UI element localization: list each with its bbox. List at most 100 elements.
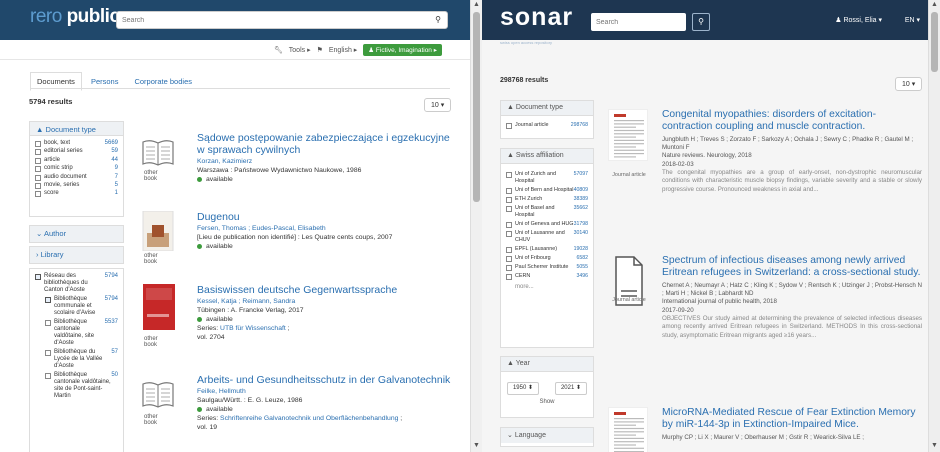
facet-item[interactable]: Uni of Lausanne and CHUV 30140	[501, 229, 593, 245]
checkbox[interactable]	[35, 174, 41, 181]
scroll-down-icon[interactable]: ▼	[929, 441, 940, 451]
facet-item[interactable]: editorial series 59	[30, 148, 123, 156]
record-title[interactable]: Arbeits- und Gesundheitsschutz in der Ga…	[197, 374, 452, 386]
scroll-thumb[interactable]	[473, 12, 480, 202]
facet-header[interactable]: ▲ Document type	[501, 101, 593, 116]
checkbox[interactable]	[45, 373, 51, 379]
checkbox[interactable]	[45, 297, 51, 303]
facet-item[interactable]: Réseau des bibliothèques du Canton d'Aos…	[30, 273, 123, 294]
checkbox[interactable]	[506, 172, 512, 178]
record-author[interactable]: Feilke, Hellmuth	[197, 387, 452, 396]
more-link[interactable]: more...	[501, 281, 593, 293]
checkbox[interactable]	[506, 206, 512, 212]
facet-item[interactable]: EPFL (Lausanne) 19028	[501, 245, 593, 254]
checkbox[interactable]	[506, 256, 512, 262]
facet-item[interactable]: Uni of Fribourg 6582	[501, 254, 593, 263]
checkbox[interactable]	[506, 123, 512, 129]
year-to-input[interactable]: 2021 ⬍	[555, 382, 587, 395]
checkbox[interactable]	[506, 274, 512, 280]
record-publication: Warszawa : Państwowe Wydawnictwo Naukowe…	[197, 167, 362, 174]
left-scrollbar[interactable]: ▲ ▼	[470, 0, 482, 452]
search-input[interactable]	[591, 13, 681, 31]
record-body: Arbeits- und Gesundheitsschutz in der Ga…	[197, 374, 452, 432]
facet-item[interactable]: Journal article 298768	[501, 121, 593, 130]
record-author[interactable]: Fersen, Thomas ; Eudes-Pascal, Elisabeth	[197, 224, 452, 233]
availability: available	[197, 242, 452, 251]
record-title[interactable]: Congenital myopathies: disorders of exci…	[662, 109, 922, 134]
checkbox[interactable]	[35, 274, 41, 280]
record-author[interactable]: Korzan, Kazimierz	[197, 157, 452, 166]
facet-item[interactable]: audio document 7	[30, 174, 123, 182]
user-menu[interactable]: ♟ Rossi, Elia ▾	[835, 16, 882, 24]
scroll-thumb[interactable]	[931, 12, 938, 72]
series-link[interactable]: Schriftenreihe Galvanotechnik und Oberfl…	[220, 415, 398, 422]
facet-item[interactable]: Uni of Bern and Hospital 40809	[501, 186, 593, 195]
checkbox[interactable]	[506, 222, 512, 228]
facet-title: Author	[43, 229, 67, 238]
library-facet[interactable]: › Library	[29, 246, 124, 264]
facet-item[interactable]: book, text 5669	[30, 140, 123, 148]
record-title[interactable]: Dugenou	[197, 211, 452, 223]
rero-logo[interactable]: rero public	[30, 6, 120, 28]
facet-header[interactable]: ▲ Swiss affiliation	[501, 149, 593, 164]
checkbox[interactable]	[35, 191, 41, 198]
language-menu[interactable]: EN ▾	[905, 16, 920, 24]
checkbox[interactable]	[506, 197, 512, 203]
scroll-up-icon[interactable]: ▲	[929, 0, 940, 10]
facet-item[interactable]: Uni of Basel and Hospital 35662	[501, 204, 593, 220]
facet-item[interactable]: Bibliothèque cantonale valdôtaine, site …	[30, 319, 123, 347]
facet-item[interactable]: Paul Scherrer Institute 5055	[501, 263, 593, 272]
checkbox[interactable]	[35, 166, 41, 173]
facet-item[interactable]: comic strip 9	[30, 165, 123, 173]
facet-item[interactable]: Uni of Zurich and Hospital 57097	[501, 170, 593, 186]
facet-item[interactable]: Bibliothèque du Lycée de la Vallée d'Aos…	[30, 349, 123, 370]
checkbox[interactable]	[35, 141, 41, 147]
record-title[interactable]: Spectrum of infectious diseases among ne…	[662, 255, 922, 280]
facet-item[interactable]: ETH Zurich 38389	[501, 195, 593, 204]
search-button[interactable]: ⚲	[692, 13, 710, 31]
per-page-dropdown[interactable]: 10 ▾	[895, 77, 923, 91]
record-title[interactable]: MicroRNA-Mediated Rescue of Fear Extinct…	[662, 407, 922, 432]
checkbox[interactable]	[506, 265, 512, 271]
chevron-up-icon: ▲	[507, 360, 514, 367]
facet-item[interactable]: Uni of Geneva and HUG 31798	[501, 220, 593, 229]
right-scrollbar[interactable]: ▲ ▼	[928, 0, 940, 452]
per-page-dropdown[interactable]: 10 ▾	[424, 98, 452, 112]
checkbox[interactable]	[35, 149, 41, 156]
facet-header[interactable]: ▲ Document type	[30, 122, 123, 136]
author-facet[interactable]: ⌄ Author	[29, 225, 124, 243]
checkbox[interactable]	[506, 247, 512, 253]
checkbox[interactable]	[35, 182, 41, 189]
organisation-menu[interactable]: ♟ Fictive, Imagination ▸	[363, 44, 442, 56]
facet-item[interactable]: Bibliothèque cantonale valdôtaine, site …	[30, 372, 123, 400]
scroll-down-icon[interactable]: ▼	[471, 441, 482, 451]
scroll-up-icon[interactable]: ▲	[471, 0, 482, 10]
facet-item[interactable]: Bibliothèque communale et scolaire d'Avi…	[30, 296, 123, 317]
checkbox[interactable]	[35, 157, 41, 164]
facet-header[interactable]: ▲ Year	[501, 357, 593, 372]
logo-text: sonar	[500, 3, 574, 31]
search-input[interactable]	[117, 12, 417, 28]
facet-item[interactable]: CERN 3496	[501, 272, 593, 281]
year-from-input[interactable]: 1950 ⬍	[507, 382, 539, 395]
sonar-logo[interactable]: sonar swiss open access repository	[500, 3, 574, 45]
facet-item[interactable]: movie, series 5	[30, 182, 123, 190]
checkbox[interactable]	[45, 350, 51, 356]
facet-item-count: 1	[114, 190, 118, 197]
checkbox[interactable]	[506, 188, 512, 194]
facet-header[interactable]: ⌄ Language	[501, 428, 593, 443]
year-show-button[interactable]: Show	[501, 399, 593, 405]
record-author[interactable]: Kessel, Katja ; Reimann, Sandra	[197, 297, 452, 306]
facet-item[interactable]: score 1	[30, 190, 123, 198]
record-title[interactable]: Basiswissen deutsche Gegenwartssprache	[197, 284, 452, 296]
checkbox[interactable]	[506, 231, 512, 237]
language-menu[interactable]: English ▸	[329, 46, 357, 54]
tools-menu[interactable]: Tools ▸	[289, 46, 311, 54]
record-title[interactable]: Sądowe postępowanie zabezpieczające i eg…	[197, 132, 452, 156]
checkbox[interactable]	[45, 320, 51, 326]
facet-item[interactable]: article 44	[30, 157, 123, 165]
series-link[interactable]: UTB für Wissenschaft	[220, 325, 286, 332]
logo-rero-part: rero	[30, 6, 62, 27]
facet-item-label: Uni of Bern and Hospital	[515, 187, 574, 193]
search-icon[interactable]: ⚲	[435, 15, 441, 24]
